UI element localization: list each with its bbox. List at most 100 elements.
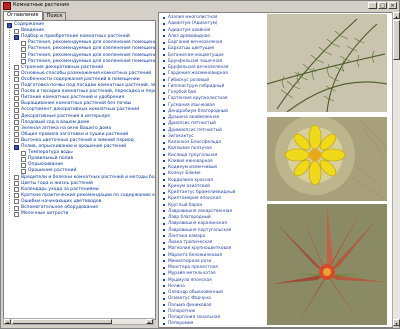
close-button[interactable]: × bbox=[388, 2, 397, 9]
bullet-icon bbox=[163, 235, 165, 238]
plant-link[interactable]: Пеперомия bbox=[163, 320, 193, 327]
bullet-icon bbox=[163, 16, 165, 19]
bullet-icon bbox=[163, 316, 165, 319]
page-icon bbox=[14, 107, 19, 113]
bullet-icon bbox=[163, 222, 165, 225]
bullet-icon bbox=[163, 172, 165, 175]
tree-connector bbox=[9, 26, 10, 214]
toc-item-label: Декоративные растения в интерьере bbox=[21, 113, 110, 119]
bullet-icon bbox=[163, 247, 165, 250]
page-icon bbox=[14, 199, 19, 205]
scroll-left-arrow-icon[interactable]: ◂ bbox=[4, 319, 11, 325]
page-icon bbox=[14, 126, 19, 132]
bullet-icon bbox=[163, 22, 165, 25]
scroll-thumb[interactable] bbox=[393, 20, 400, 60]
tab-contents[interactable]: Оглавление bbox=[3, 11, 43, 20]
bullet-icon bbox=[163, 147, 165, 150]
bullet-icon bbox=[163, 104, 165, 106]
scroll-up-arrow-icon[interactable]: ▴ bbox=[393, 12, 400, 19]
toc-item-label: Ошибки начинающих цветоводов bbox=[21, 198, 102, 204]
page-icon bbox=[14, 101, 19, 107]
minimize-button[interactable]: _ bbox=[368, 2, 377, 9]
toc-item[interactable]: Зеленая аптека на окне Вашего дома bbox=[14, 126, 111, 132]
toc-item-label: Общие правила заготовки и сушки растений bbox=[21, 131, 129, 137]
bullet-icon bbox=[163, 285, 165, 288]
toc-item[interactable]: Выгонка цветочных растений в зимний пери… bbox=[14, 138, 134, 144]
page-icon bbox=[21, 40, 26, 46]
bromeliad-photo bbox=[267, 204, 387, 325]
bullet-icon bbox=[163, 197, 165, 200]
bullet-icon bbox=[163, 141, 165, 144]
bullet-icon bbox=[163, 229, 165, 231]
toc-item-label: Вредители и болезни комнатных растений и… bbox=[21, 174, 156, 180]
toc-item-label: Краткие практические рекомендации по сод… bbox=[21, 192, 155, 198]
page-icon bbox=[14, 193, 19, 199]
bullet-icon bbox=[163, 185, 165, 188]
toc-item[interactable]: Декоративные растения в интерьере bbox=[14, 114, 110, 120]
toc-item[interactable]: Строение декоративных растений bbox=[14, 65, 103, 71]
scroll-right-arrow-icon[interactable]: ▸ bbox=[146, 319, 153, 325]
toc-item[interactable]: Растения, рекомендуемые для озеленения п… bbox=[21, 52, 156, 59]
window-title: Комнатные растения bbox=[13, 2, 70, 8]
toc-item-label: Растения, рекомендуемые для озеленения п… bbox=[28, 58, 156, 64]
page-icon bbox=[21, 168, 26, 174]
toc-item[interactable]: Плодовый сад в вашем доме bbox=[14, 120, 89, 126]
bullet-icon bbox=[163, 272, 165, 275]
page-icon bbox=[14, 187, 19, 193]
bullet-icon bbox=[163, 91, 165, 94]
toc-item-label: Цветы года и жизнь растений bbox=[21, 180, 93, 186]
bullet-icon bbox=[163, 266, 165, 269]
page-icon bbox=[14, 138, 19, 144]
bullet-icon bbox=[163, 191, 165, 194]
toc-tree: Содержание Введение Подбор и приобретение … bbox=[3, 20, 156, 320]
page-icon bbox=[14, 83, 19, 89]
toc-item[interactable]: Цветы года и жизнь растений bbox=[14, 181, 93, 187]
bullet-icon bbox=[163, 154, 165, 156]
content-vertical-scrollbar[interactable]: ▴ ▾ bbox=[392, 12, 400, 326]
bullet-icon bbox=[163, 260, 165, 263]
tab-search[interactable]: Поиск bbox=[42, 12, 67, 20]
bullet-icon bbox=[163, 291, 165, 294]
toc-item[interactable]: Вредители и болезни комнатных растений и… bbox=[14, 174, 156, 181]
plant-link-label: Пеперомия bbox=[168, 321, 194, 327]
toc-item[interactable]: Особенности содержания растений в помеще… bbox=[14, 77, 140, 83]
toc-item[interactable]: Растения, рекомендуемые для озеленения п… bbox=[21, 46, 155, 52]
scroll-down-arrow-icon[interactable]: ▾ bbox=[393, 319, 400, 326]
bullet-icon bbox=[163, 310, 165, 313]
toc-item[interactable]: Календарь ухода за растениями bbox=[14, 187, 99, 193]
fern-photo bbox=[267, 14, 387, 112]
toc-item-label: Растения, рекомендуемые для озеленения п… bbox=[28, 52, 156, 58]
bullet-icon bbox=[163, 85, 165, 88]
toc-item[interactable]: Краткие практические рекомендации по сод… bbox=[14, 192, 155, 199]
bullet-icon bbox=[163, 54, 165, 56]
toc-item-label: Календарь ухода за растениями bbox=[21, 186, 99, 192]
app-window: Комнатные растения _ □ × Оглавление Поис… bbox=[0, 0, 400, 329]
toc-item[interactable]: Орошение растений bbox=[21, 168, 76, 174]
bullet-icon bbox=[163, 110, 165, 113]
bullet-icon bbox=[163, 322, 165, 325]
toc-item[interactable]: Мелочные хитрости bbox=[14, 211, 68, 217]
toc-item[interactable]: Ошибки начинающих цветоводов bbox=[14, 199, 101, 205]
page-icon bbox=[14, 132, 19, 138]
bullet-icon bbox=[163, 241, 165, 244]
toc-item[interactable]: Ассортимент декоративных комнатных расте… bbox=[14, 107, 139, 113]
scroll-thumb[interactable] bbox=[12, 319, 112, 324]
bullet-icon bbox=[163, 79, 165, 81]
toc-item-label: Ассортимент декоративных комнатных расте… bbox=[21, 107, 140, 113]
book-icon bbox=[14, 34, 19, 40]
page-icon bbox=[21, 162, 26, 168]
app-icon bbox=[3, 1, 11, 10]
bullet-icon bbox=[163, 204, 165, 206]
toc-item-label: Строение декоративных растений bbox=[21, 64, 104, 70]
toc-item[interactable]: Растения, рекомендуемые для озеленения п… bbox=[21, 58, 156, 65]
toc-item-label: Мелочные хитрости bbox=[21, 211, 69, 217]
toc-item[interactable]: Общие правила заготовки и сушки растений bbox=[14, 132, 128, 138]
bullet-icon bbox=[163, 47, 165, 50]
toc-horizontal-scrollbar[interactable]: ◂ ▸ bbox=[3, 318, 154, 325]
bullet-icon bbox=[163, 29, 165, 31]
bullet-icon bbox=[163, 97, 165, 100]
cactus-photo bbox=[267, 117, 387, 201]
maximize-button[interactable]: □ bbox=[378, 2, 387, 9]
bullet-icon bbox=[163, 122, 165, 125]
toc-item[interactable]: Основные способы размножения комнатных р… bbox=[14, 71, 151, 77]
